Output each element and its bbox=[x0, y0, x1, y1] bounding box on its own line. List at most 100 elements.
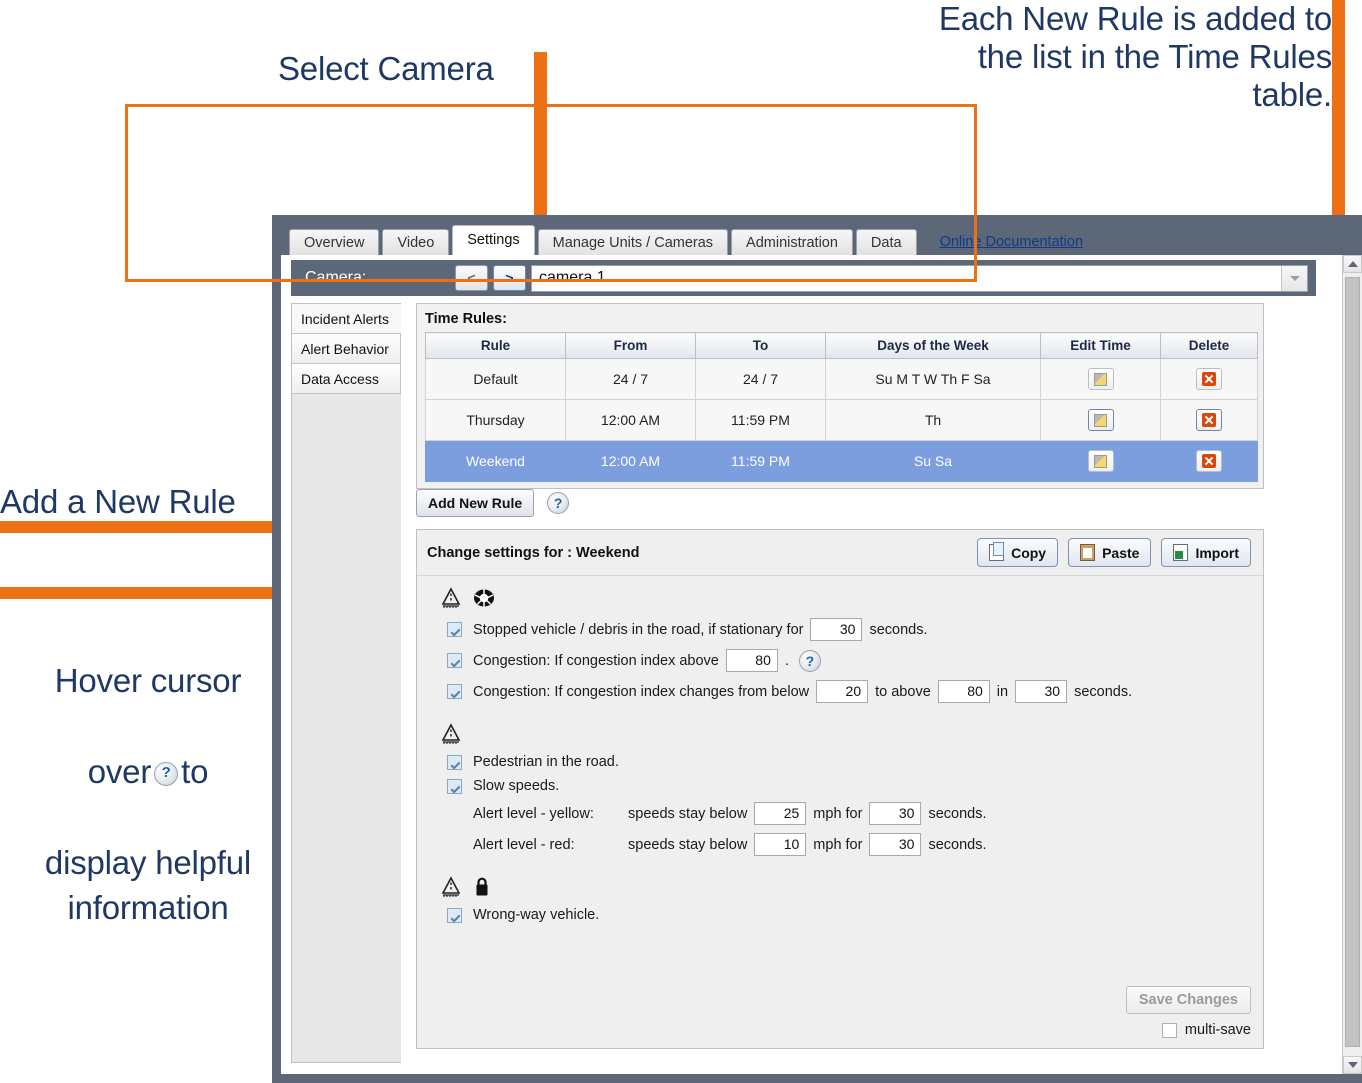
cell-rule: Thursday bbox=[425, 399, 566, 441]
column-header-delete: Delete bbox=[1160, 332, 1258, 359]
label-congestion-above: Congestion: If congestion index above bbox=[473, 652, 719, 669]
input-congestion-seconds[interactable]: 30 bbox=[1015, 680, 1068, 703]
input-congestion-below[interactable]: 20 bbox=[816, 680, 869, 703]
checkbox-slow-speeds[interactable] bbox=[447, 778, 462, 794]
column-header-rule: Rule bbox=[425, 332, 566, 359]
save-changes-button[interactable]: Save Changes bbox=[1125, 986, 1251, 1014]
input-stopped-vehicle-seconds[interactable]: 30 bbox=[810, 618, 863, 641]
input-congestion-above[interactable]: 80 bbox=[937, 680, 990, 703]
delete-rule-button[interactable] bbox=[1196, 450, 1222, 472]
add-new-rule-row: Add New Rule bbox=[416, 489, 570, 517]
cell-from: 24 / 7 bbox=[565, 358, 696, 400]
sidebar-item-incident-alerts[interactable]: Incident Alerts bbox=[292, 304, 401, 334]
rule-settings-header: Change settings for : Weekend Copy Paste bbox=[417, 530, 1263, 576]
label-wrong-way: Wrong-way vehicle. bbox=[473, 907, 600, 923]
settings-right-panel: Time Rules: Rule From To Days of the Wee… bbox=[401, 303, 1316, 1063]
vertical-scrollbar[interactable] bbox=[1342, 255, 1362, 1074]
label-multi-save: multi-save bbox=[1184, 1022, 1251, 1038]
chevron-down-icon[interactable] bbox=[1281, 265, 1307, 291]
tab-data[interactable]: Data bbox=[855, 229, 917, 255]
label-red-post: seconds. bbox=[928, 836, 987, 853]
checkbox-stopped-vehicle[interactable] bbox=[447, 622, 462, 637]
setting-row-pedestrian: Pedestrian in the road. bbox=[417, 750, 1263, 774]
checkbox-congestion-above[interactable] bbox=[447, 653, 462, 668]
table-header-row: Rule From To Days of the Week Edit Time … bbox=[425, 332, 1258, 359]
copy-label: Copy bbox=[1011, 544, 1047, 561]
settings-sidebar: Incident Alerts Alert Behavior Data Acce… bbox=[291, 303, 401, 1063]
paste-label: Paste bbox=[1102, 544, 1140, 561]
delete-x-icon bbox=[1202, 454, 1216, 468]
label-congestion-period: . bbox=[784, 652, 789, 669]
annotation-hover-cursor: Hover cursor overto display helpful info… bbox=[20, 612, 276, 931]
camera-prev-button[interactable]: < bbox=[455, 265, 488, 291]
scroll-up-button[interactable] bbox=[1343, 255, 1362, 273]
tab-video[interactable]: Video bbox=[382, 229, 450, 255]
settings-content-area: Incident Alerts Alert Behavior Data Acce… bbox=[291, 303, 1316, 1063]
scrollbar-thumb[interactable] bbox=[1345, 277, 1360, 1047]
annotation-add-a-new-rule: Add a New Rule bbox=[0, 483, 236, 520]
sidebar-item-data-access[interactable]: Data Access bbox=[292, 364, 401, 394]
input-yellow-seconds[interactable]: 30 bbox=[869, 802, 922, 825]
input-red-seconds[interactable]: 30 bbox=[869, 833, 922, 856]
main-tabbar: Overview Video Settings Manage Units / C… bbox=[281, 224, 1362, 255]
checkbox-congestion-change[interactable] bbox=[447, 684, 462, 699]
cell-rule: Default bbox=[425, 358, 566, 400]
tab-administration[interactable]: Administration bbox=[731, 229, 853, 255]
help-icon-add-rule[interactable] bbox=[547, 492, 570, 514]
column-header-edit: Edit Time bbox=[1040, 332, 1161, 359]
pencil-icon bbox=[1094, 372, 1107, 386]
label-yellow-mid: mph for bbox=[813, 805, 863, 822]
scroll-down-button[interactable] bbox=[1343, 1056, 1362, 1074]
table-row[interactable]: Weekend 12:00 AM 11:59 PM Su Sa bbox=[425, 440, 1258, 482]
camera-next-button[interactable]: > bbox=[493, 265, 526, 291]
edit-time-button[interactable] bbox=[1087, 450, 1114, 472]
link-online-documentation[interactable]: Online Documentation bbox=[926, 229, 1097, 255]
delete-rule-button[interactable] bbox=[1196, 368, 1222, 390]
cell-delete bbox=[1160, 440, 1258, 482]
delete-x-icon bbox=[1202, 413, 1216, 427]
label-pedestrian: Pedestrian in the road. bbox=[473, 754, 619, 770]
delete-rule-button[interactable] bbox=[1196, 409, 1222, 431]
rule-settings-actions: Copy Paste Import bbox=[977, 538, 1251, 567]
label-alert-level-red: Alert level - red: bbox=[473, 836, 575, 853]
table-row[interactable]: Thursday 12:00 AM 11:59 PM Th bbox=[425, 399, 1258, 441]
edit-time-button[interactable] bbox=[1087, 368, 1114, 390]
label-congestion-change: Congestion: If congestion index changes … bbox=[473, 683, 810, 700]
checkbox-wrong-way[interactable] bbox=[447, 907, 462, 923]
label-yellow-post: seconds. bbox=[928, 805, 987, 822]
time-rules-panel: Time Rules: Rule From To Days of the Wee… bbox=[416, 303, 1264, 489]
tab-manage-units-cameras[interactable]: Manage Units / Cameras bbox=[537, 229, 729, 255]
cell-to: 11:59 PM bbox=[695, 399, 826, 441]
setting-row-alert-red: Alert level - red: speeds stay below 10 … bbox=[417, 829, 1263, 860]
import-button[interactable]: Import bbox=[1161, 538, 1251, 567]
camera-dropdown[interactable]: camera 1 bbox=[531, 264, 1308, 292]
tab-overview[interactable]: Overview bbox=[289, 229, 380, 255]
section-icons-road bbox=[417, 707, 1263, 750]
multi-save-row: multi-save bbox=[1126, 1022, 1251, 1038]
road-icon bbox=[441, 876, 461, 897]
checkbox-multi-save[interactable] bbox=[1161, 1022, 1177, 1038]
label-congestion-change-unit: seconds. bbox=[1074, 683, 1133, 700]
table-row[interactable]: Default 24 / 7 24 / 7 Su M T W Th F Sa bbox=[425, 358, 1258, 400]
label-red-pre: speeds stay below bbox=[628, 836, 748, 853]
input-red-speed[interactable]: 10 bbox=[754, 833, 807, 856]
checkbox-pedestrian[interactable] bbox=[447, 754, 462, 770]
setting-row-wrong-way: Wrong-way vehicle. bbox=[417, 903, 1263, 927]
cell-delete bbox=[1160, 399, 1258, 441]
rule-settings-panel: Change settings for : Weekend Copy Paste bbox=[416, 529, 1264, 1049]
copy-button[interactable]: Copy bbox=[977, 538, 1059, 567]
column-header-to: To bbox=[695, 332, 826, 359]
setting-row-stopped-vehicle: Stopped vehicle / debris in the road, if… bbox=[417, 614, 1263, 645]
tab-settings[interactable]: Settings bbox=[452, 225, 535, 255]
add-new-rule-button[interactable]: Add New Rule bbox=[416, 489, 535, 517]
import-label: Import bbox=[1195, 544, 1239, 561]
hover-line-4: display helpful information bbox=[44, 843, 252, 927]
edit-time-button[interactable] bbox=[1087, 409, 1114, 431]
label-stopped-vehicle: Stopped vehicle / debris in the road, if… bbox=[473, 621, 804, 638]
paste-button[interactable]: Paste bbox=[1068, 538, 1152, 567]
input-yellow-speed[interactable]: 25 bbox=[754, 802, 807, 825]
input-congestion-index[interactable]: 80 bbox=[725, 649, 778, 672]
hover-line-3: to bbox=[181, 752, 209, 790]
help-icon-congestion[interactable] bbox=[798, 649, 821, 672]
sidebar-item-alert-behavior[interactable]: Alert Behavior bbox=[292, 334, 401, 364]
